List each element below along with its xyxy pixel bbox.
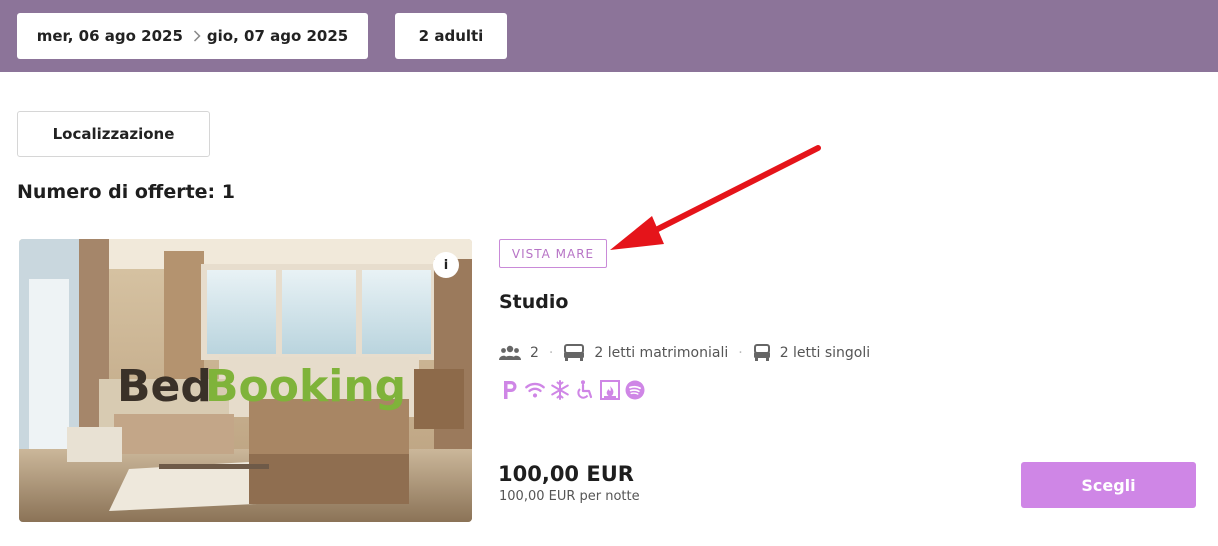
guests-label: 2 adulti	[418, 27, 484, 45]
parking-icon[interactable]	[500, 378, 520, 402]
double-beds-label: 2 letti matrimoniali	[594, 345, 729, 361]
single-beds-label: 2 letti singoli	[779, 345, 871, 361]
annotation-arrow-icon	[600, 140, 825, 264]
double-bed-icon	[563, 344, 585, 362]
wheelchair-icon[interactable]	[575, 378, 595, 402]
choose-button[interactable]: Scegli	[1021, 462, 1196, 508]
choose-button-label: Scegli	[1081, 475, 1136, 495]
price-total: 100,00 EUR	[498, 462, 634, 486]
room-features: 2 · 2 letti matrimoniali · 2 letti singo…	[499, 341, 870, 365]
amenities-list	[500, 378, 645, 402]
search-bar: mer, 06 ago 2025 gio, 07 ago 2025 2 adul…	[0, 0, 1218, 72]
offers-count-heading: Numero di offerte: 1	[17, 181, 235, 203]
location-button[interactable]: Localizzazione	[17, 111, 210, 157]
info-button[interactable]: i	[433, 252, 459, 278]
chevron-right-icon	[193, 30, 201, 42]
checkout-date: gio, 07 ago 2025	[206, 27, 349, 45]
price-per-night: 100,00 EUR per notte	[499, 489, 640, 504]
wifi-icon[interactable]	[525, 378, 545, 402]
checkin-date: mer, 06 ago 2025	[36, 27, 183, 45]
single-bed-icon	[753, 344, 771, 362]
air-conditioning-icon[interactable]	[550, 378, 570, 402]
info-icon: i	[443, 257, 449, 273]
guests-selector[interactable]: 2 adulti	[395, 13, 507, 59]
photo-logo-bed: Bed	[117, 361, 212, 412]
photo-logo-booking: Booking	[205, 361, 406, 412]
date-range-selector[interactable]: mer, 06 ago 2025 gio, 07 ago 2025	[17, 13, 368, 59]
fireplace-icon[interactable]	[600, 378, 620, 402]
spotify-icon[interactable]	[625, 378, 645, 402]
room-photo[interactable]: Bed Booking	[19, 239, 472, 522]
people-icon	[499, 345, 521, 361]
location-button-label: Localizzazione	[52, 125, 175, 143]
sea-view-badge: VISTA MARE	[499, 239, 607, 268]
room-name: Studio	[499, 291, 569, 313]
capacity-value: 2	[530, 345, 539, 361]
